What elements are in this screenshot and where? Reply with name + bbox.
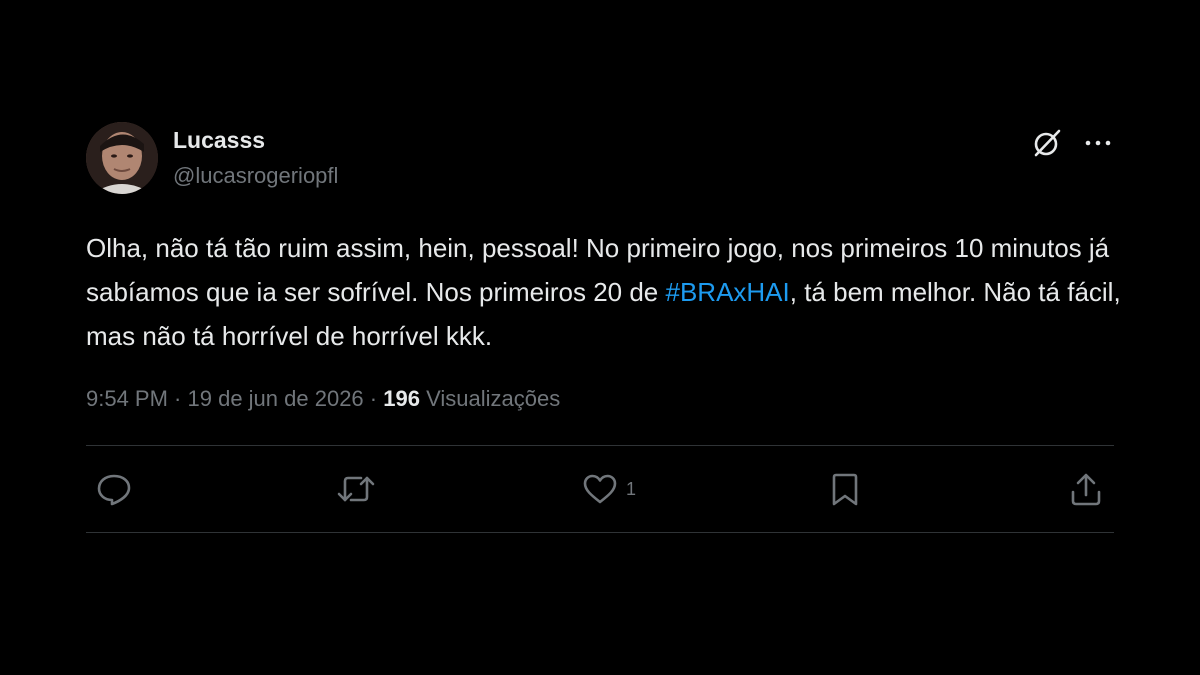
tweet-header: Lucasss @lucasrogeriopfl (86, 122, 1114, 198)
tweet-date[interactable]: 19 de jun de 2026 (188, 386, 364, 411)
grok-icon[interactable] (1032, 128, 1062, 158)
like-button[interactable]: 1 (582, 473, 636, 505)
like-count: 1 (626, 478, 637, 499)
reply-button[interactable] (96, 473, 132, 507)
meta-separator: · (167, 386, 188, 411)
share-button[interactable] (1069, 473, 1103, 507)
header-actions (1032, 128, 1112, 158)
reply-icon (97, 474, 131, 506)
bookmark-icon (832, 473, 858, 506)
retweet-icon (337, 476, 375, 502)
action-bar: 1 (86, 446, 1114, 532)
views-label: Visualizações (426, 386, 561, 411)
tweet-text: Olha, não tá tão ruim assim, hein, pesso… (86, 226, 1126, 358)
author-names: Lucasss @lucasrogeriopfl (173, 126, 338, 190)
hashtag-link[interactable]: #BRAxHAI (665, 277, 789, 307)
tweet: Lucasss @lucasrogeriopfl Olha, não tá tã… (86, 122, 1121, 533)
retweet-button[interactable] (336, 473, 376, 505)
display-name[interactable]: Lucasss (173, 126, 338, 154)
user-handle[interactable]: @lucasrogeriopfl (173, 162, 338, 190)
bookmark-button[interactable] (830, 473, 860, 507)
tweet-meta: 9:54 PM · 19 de jun de 2026 · 196 Visual… (86, 384, 1114, 414)
tweet-time[interactable]: 9:54 PM (86, 386, 168, 411)
share-icon (1071, 473, 1101, 506)
avatar[interactable] (86, 122, 158, 194)
heart-icon (583, 474, 617, 504)
divider (86, 532, 1114, 533)
views-count: 196 (383, 386, 420, 411)
more-options-icon[interactable] (1084, 138, 1112, 148)
meta-separator: · (363, 386, 384, 411)
user-avatar-icon (86, 122, 158, 194)
